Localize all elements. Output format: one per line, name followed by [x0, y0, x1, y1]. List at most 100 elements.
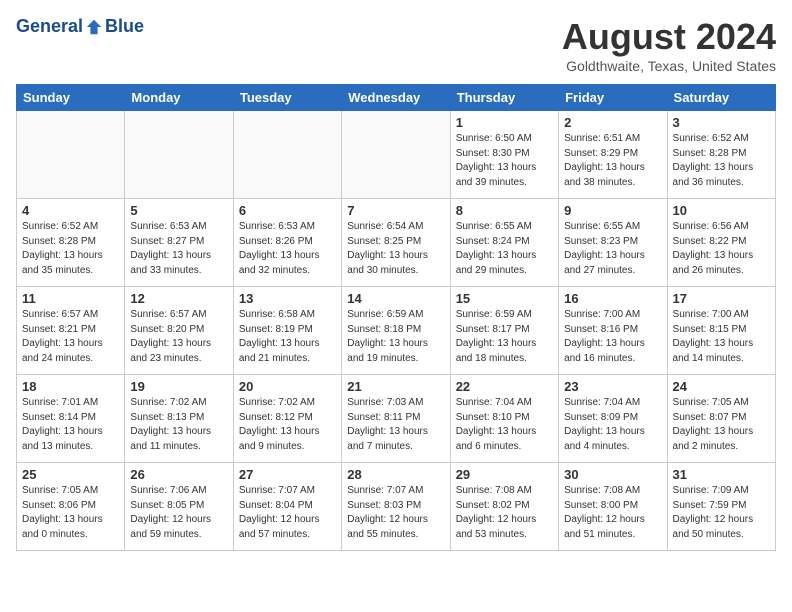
cell-info: Sunrise: 6:59 AM Sunset: 8:17 PM Dayligh… — [456, 308, 553, 366]
calendar-cell: 16Sunrise: 7:00 AM Sunset: 8:16 PM Dayli… — [559, 287, 667, 375]
cell-info: Sunrise: 7:05 AM Sunset: 8:07 PM Dayligh… — [673, 396, 770, 454]
day-number: 5 — [130, 203, 227, 218]
calendar-cell: 8Sunrise: 6:55 AM Sunset: 8:24 PM Daylig… — [450, 199, 558, 287]
day-number: 21 — [347, 379, 444, 394]
day-number: 1 — [456, 115, 553, 130]
calendar-cell: 18Sunrise: 7:01 AM Sunset: 8:14 PM Dayli… — [17, 375, 125, 463]
cell-info: Sunrise: 6:50 AM Sunset: 8:30 PM Dayligh… — [456, 132, 553, 190]
calendar-cell: 14 Sunrise: 6:59 AM Sunset: 8:18 PM Dayli… — [342, 287, 450, 375]
day-number: 29 — [456, 467, 553, 482]
day-number: 24 — [673, 379, 770, 394]
day-number: 13 — [239, 291, 336, 306]
cell-info: Sunrise: 6:52 AM Sunset: 8:28 PM Dayligh… — [22, 220, 119, 278]
calendar-cell: 24 Sunrise: 7:05 AM Sunset: 8:07 PM Dayli… — [667, 375, 775, 463]
calendar-cell: 23 Sunrise: 7:04 AM Sunset: 8:09 PM Dayli… — [559, 375, 667, 463]
day-number: 8 — [456, 203, 553, 218]
calendar-cell: 7 Sunrise: 6:54 AM Sunset: 8:25 PM Daylig… — [342, 199, 450, 287]
column-header-saturday: Saturday — [667, 85, 775, 111]
day-number: 25 — [22, 467, 119, 482]
day-number: 30 — [564, 467, 661, 482]
cell-info: Sunrise: 7:08 AM Sunset: 8:02 PM Dayligh… — [456, 484, 553, 542]
cell-info: Sunrise: 6:57 AM Sunset: 8:20 PM Dayligh… — [130, 308, 227, 366]
calendar-cell — [233, 111, 341, 199]
calendar-cell: 6 Sunrise: 6:53 AM Sunset: 8:26 PM Daylig… — [233, 199, 341, 287]
cell-info: Sunrise: 6:53 AM Sunset: 8:27 PM Dayligh… — [130, 220, 227, 278]
day-number: 3 — [673, 115, 770, 130]
day-number: 10 — [673, 203, 770, 218]
cell-info: Sunrise: 7:00 AM Sunset: 8:16 PM Dayligh… — [564, 308, 661, 366]
calendar-cell: 17Sunrise: 7:00 AM Sunset: 8:15 PM Dayli… — [667, 287, 775, 375]
calendar-cell: 15 Sunrise: 6:59 AM Sunset: 8:17 PM Dayli… — [450, 287, 558, 375]
cell-info: Sunrise: 7:00 AM Sunset: 8:15 PM Dayligh… — [673, 308, 770, 366]
calendar-cell — [125, 111, 233, 199]
day-number: 4 — [22, 203, 119, 218]
day-number: 28 — [347, 467, 444, 482]
calendar-cell: 25Sunrise: 7:05 AM Sunset: 8:06 PM Dayli… — [17, 463, 125, 551]
calendar-cell: 13 Sunrise: 6:58 AM Sunset: 8:19 PM Dayli… — [233, 287, 341, 375]
calendar-cell: 28Sunrise: 7:07 AM Sunset: 8:03 PM Dayli… — [342, 463, 450, 551]
cell-info: Sunrise: 7:03 AM Sunset: 8:11 PM Dayligh… — [347, 396, 444, 454]
logo-blue: Blue — [105, 16, 144, 37]
day-number: 31 — [673, 467, 770, 482]
cell-info: Sunrise: 7:08 AM Sunset: 8:00 PM Dayligh… — [564, 484, 661, 542]
column-header-friday: Friday — [559, 85, 667, 111]
calendar-cell: 4 Sunrise: 6:52 AM Sunset: 8:28 PM Daylig… — [17, 199, 125, 287]
title-block: August 2024 Goldthwaite, Texas, United S… — [562, 16, 776, 74]
calendar-cell: 22Sunrise: 7:04 AM Sunset: 8:10 PM Dayli… — [450, 375, 558, 463]
calendar-cell — [17, 111, 125, 199]
calendar-cell: 2Sunrise: 6:51 AM Sunset: 8:29 PM Daylig… — [559, 111, 667, 199]
logo-icon — [85, 18, 103, 36]
cell-info: Sunrise: 6:59 AM Sunset: 8:18 PM Dayligh… — [347, 308, 444, 366]
calendar-cell: 9 Sunrise: 6:55 AM Sunset: 8:23 PM Daylig… — [559, 199, 667, 287]
calendar-cell: 5 Sunrise: 6:53 AM Sunset: 8:27 PM Daylig… — [125, 199, 233, 287]
cell-info: Sunrise: 6:55 AM Sunset: 8:23 PM Dayligh… — [564, 220, 661, 278]
day-number: 27 — [239, 467, 336, 482]
calendar-cell: 19Sunrise: 7:02 AM Sunset: 8:13 PM Dayli… — [125, 375, 233, 463]
calendar-cell: 11Sunrise: 6:57 AM Sunset: 8:21 PM Dayli… — [17, 287, 125, 375]
calendar-table: SundayMondayTuesdayWednesdayThursdayFrid… — [16, 84, 776, 551]
column-header-thursday: Thursday — [450, 85, 558, 111]
calendar-header-row: SundayMondayTuesdayWednesdayThursdayFrid… — [17, 85, 776, 111]
day-number: 6 — [239, 203, 336, 218]
day-number: 9 — [564, 203, 661, 218]
day-number: 2 — [564, 115, 661, 130]
day-number: 11 — [22, 291, 119, 306]
day-number: 20 — [239, 379, 336, 394]
cell-info: Sunrise: 6:58 AM Sunset: 8:19 PM Dayligh… — [239, 308, 336, 366]
cell-info: Sunrise: 7:02 AM Sunset: 8:12 PM Dayligh… — [239, 396, 336, 454]
day-number: 19 — [130, 379, 227, 394]
logo-general: General — [16, 16, 83, 37]
column-header-wednesday: Wednesday — [342, 85, 450, 111]
day-number: 18 — [22, 379, 119, 394]
month-title: August 2024 — [562, 16, 776, 58]
logo-text: General Blue — [16, 16, 144, 37]
calendar-week-3: 11Sunrise: 6:57 AM Sunset: 8:21 PM Dayli… — [17, 287, 776, 375]
calendar-cell: 10Sunrise: 6:56 AM Sunset: 8:22 PM Dayli… — [667, 199, 775, 287]
day-number: 15 — [456, 291, 553, 306]
calendar-week-2: 4 Sunrise: 6:52 AM Sunset: 8:28 PM Daylig… — [17, 199, 776, 287]
cell-info: Sunrise: 6:54 AM Sunset: 8:25 PM Dayligh… — [347, 220, 444, 278]
cell-info: Sunrise: 7:04 AM Sunset: 8:09 PM Dayligh… — [564, 396, 661, 454]
day-number: 12 — [130, 291, 227, 306]
page-header: General Blue August 2024 Goldthwaite, Te… — [16, 16, 776, 74]
column-header-sunday: Sunday — [17, 85, 125, 111]
calendar-cell: 20 Sunrise: 7:02 AM Sunset: 8:12 PM Dayli… — [233, 375, 341, 463]
day-number: 14 — [347, 291, 444, 306]
calendar-cell: 27 Sunrise: 7:07 AM Sunset: 8:04 PM Dayli… — [233, 463, 341, 551]
cell-info: Sunrise: 7:07 AM Sunset: 8:04 PM Dayligh… — [239, 484, 336, 542]
day-number: 7 — [347, 203, 444, 218]
calendar-cell: 21 Sunrise: 7:03 AM Sunset: 8:11 PM Dayli… — [342, 375, 450, 463]
day-number: 23 — [564, 379, 661, 394]
calendar-cell — [342, 111, 450, 199]
calendar-cell: 3 Sunrise: 6:52 AM Sunset: 8:28 PM Daylig… — [667, 111, 775, 199]
location: Goldthwaite, Texas, United States — [562, 58, 776, 74]
cell-info: Sunrise: 6:52 AM Sunset: 8:28 PM Dayligh… — [673, 132, 770, 190]
calendar-week-4: 18Sunrise: 7:01 AM Sunset: 8:14 PM Dayli… — [17, 375, 776, 463]
calendar-cell: 1 Sunrise: 6:50 AM Sunset: 8:30 PM Daylig… — [450, 111, 558, 199]
calendar-cell: 30 Sunrise: 7:08 AM Sunset: 8:00 PM Dayli… — [559, 463, 667, 551]
cell-info: Sunrise: 7:09 AM Sunset: 7:59 PM Dayligh… — [673, 484, 770, 542]
calendar-cell: 29 Sunrise: 7:08 AM Sunset: 8:02 PM Dayli… — [450, 463, 558, 551]
calendar-cell: 31 Sunrise: 7:09 AM Sunset: 7:59 PM Dayli… — [667, 463, 775, 551]
cell-info: Sunrise: 6:53 AM Sunset: 8:26 PM Dayligh… — [239, 220, 336, 278]
column-header-monday: Monday — [125, 85, 233, 111]
